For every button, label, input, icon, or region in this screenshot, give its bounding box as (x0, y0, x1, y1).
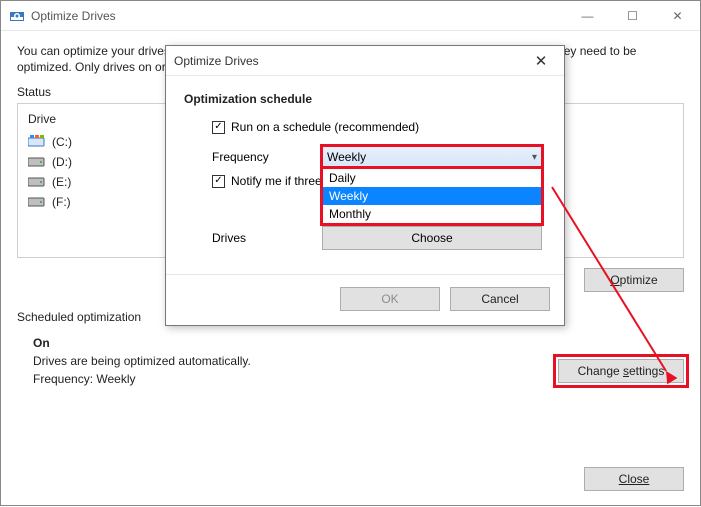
optimize-button[interactable]: Optimize (584, 268, 684, 292)
option-monthly[interactable]: Monthly (323, 205, 541, 223)
run-schedule-label: Run on a schedule (recommended) (231, 120, 419, 134)
dialog-titlebar: Optimize Drives ✕ (166, 46, 564, 76)
hdd-icon (28, 195, 46, 209)
close-window-button[interactable]: ✕ (655, 2, 700, 30)
frequency-value: Weekly (327, 150, 532, 164)
schedule-dialog: Optimize Drives ✕ Optimization schedule … (165, 45, 565, 326)
chevron-down-icon: ▾ (532, 152, 537, 163)
dialog-close-button[interactable]: ✕ (526, 52, 556, 70)
outer-titlebar: Optimize Drives — ☐ ✕ (1, 1, 700, 31)
option-weekly[interactable]: Weekly (323, 187, 541, 205)
minimize-button[interactable]: — (565, 2, 610, 30)
change-settings-button[interactable]: Change settings (558, 359, 684, 383)
frequency-dropdown: Daily Weekly Monthly (322, 168, 542, 224)
maximize-button[interactable]: ☐ (610, 2, 655, 30)
close-button-label: Close (619, 472, 650, 486)
run-schedule-checkbox-row[interactable]: ✓ Run on a schedule (recommended) (212, 120, 546, 134)
frequency-label: Frequency (212, 146, 322, 164)
checkbox-icon: ✓ (212, 175, 225, 188)
dialog-heading: Optimization schedule (184, 92, 546, 106)
dialog-title: Optimize Drives (174, 54, 526, 68)
app-icon (9, 8, 25, 24)
drive-label: (C:) (52, 135, 72, 149)
os-drive-icon (28, 135, 46, 149)
choose-drives-button[interactable]: Choose (322, 226, 542, 250)
hdd-icon (28, 155, 46, 169)
drive-label: (D:) (52, 155, 72, 169)
drives-label: Drives (212, 231, 322, 245)
cancel-button[interactable]: Cancel (450, 287, 550, 311)
drive-label: (E:) (52, 175, 71, 189)
checkbox-icon: ✓ (212, 121, 225, 134)
frequency-select[interactable]: Weekly ▾ (322, 146, 542, 168)
drive-label: (F:) (52, 195, 71, 209)
hdd-icon (28, 175, 46, 189)
ok-button[interactable]: OK (340, 287, 440, 311)
window-title: Optimize Drives (31, 9, 565, 23)
close-button[interactable]: Close (584, 467, 684, 491)
scheduled-state: On (33, 336, 684, 350)
option-daily[interactable]: Daily (323, 169, 541, 187)
